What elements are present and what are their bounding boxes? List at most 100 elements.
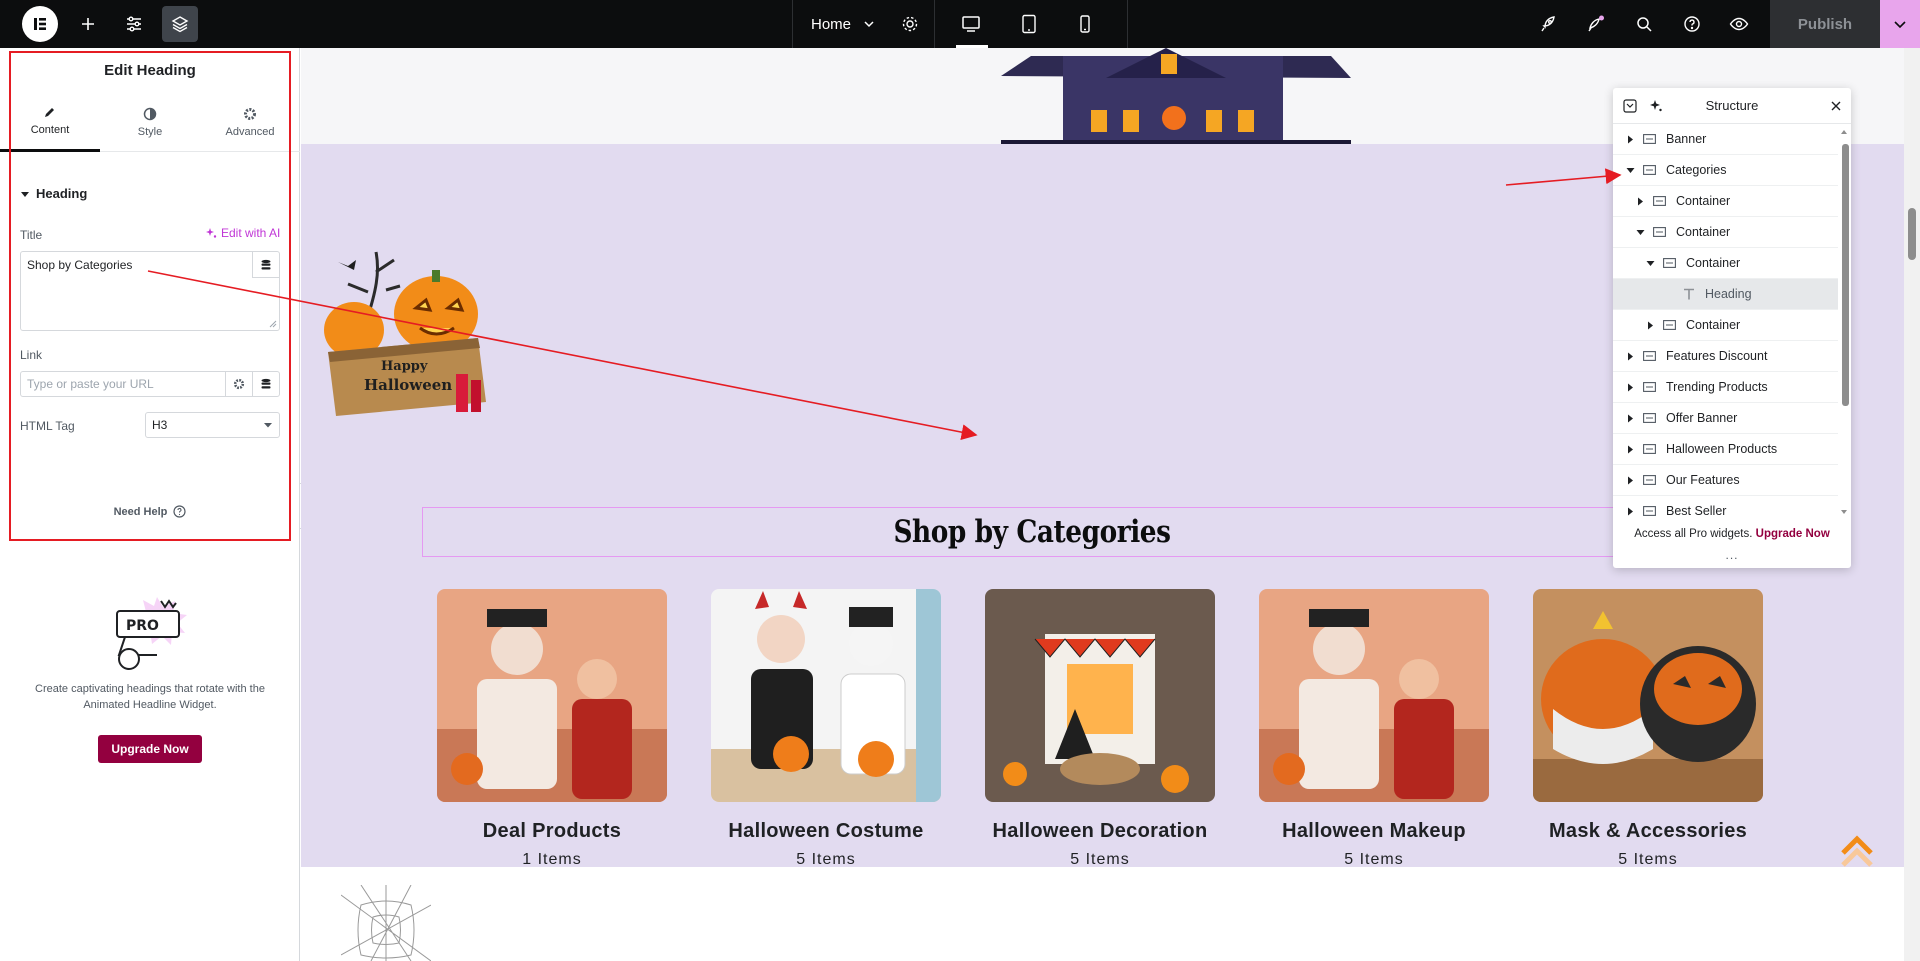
add-element-icon[interactable]: [70, 6, 106, 42]
structure-item[interactable]: Container: [1613, 186, 1838, 217]
caret-down-icon[interactable]: [1635, 228, 1645, 237]
caret-right-icon[interactable]: [1625, 507, 1635, 516]
sign-text-happy: Happy: [381, 359, 428, 374]
category-name[interactable]: Halloween Makeup: [1259, 820, 1489, 843]
page-selector[interactable]: Home: [792, 0, 935, 48]
upgrade-now-link[interactable]: Upgrade Now: [1756, 528, 1830, 540]
structure-item[interactable]: Trending Products: [1613, 372, 1838, 403]
mobile-device-icon[interactable]: [1057, 0, 1113, 48]
category-image[interactable]: [437, 589, 667, 802]
tablet-device-icon[interactable]: [1001, 0, 1057, 48]
tab-advanced[interactable]: Advanced: [200, 92, 300, 152]
caret-right-icon[interactable]: [1625, 352, 1635, 361]
structure-item-label: Container: [1686, 256, 1741, 270]
structure-item[interactable]: Container: [1613, 310, 1838, 341]
scroll-to-top-icon[interactable]: [1839, 831, 1875, 871]
resize-handle-icon[interactable]: [269, 320, 277, 328]
caret-right-icon[interactable]: [1625, 445, 1635, 454]
close-icon[interactable]: [1831, 101, 1841, 111]
structure-scrollbar-thumb[interactable]: [1842, 144, 1849, 406]
whats-new-icon[interactable]: [1578, 6, 1614, 42]
structure-item[interactable]: Banner: [1613, 124, 1838, 155]
caret-right-icon[interactable]: [1635, 197, 1645, 206]
structure-item[interactable]: Container: [1613, 248, 1838, 279]
site-settings-icon[interactable]: [116, 6, 152, 42]
publish-options-button[interactable]: [1880, 0, 1920, 48]
launchpad-rocket-icon[interactable]: [1530, 6, 1566, 42]
caret-right-icon[interactable]: [1625, 383, 1635, 392]
title-label: Title: [20, 228, 43, 242]
canvas-scrollbar[interactable]: [1904, 48, 1920, 961]
elementor-logo-icon[interactable]: [22, 6, 58, 42]
category-card[interactable]: Halloween Decoration 5 Items: [985, 589, 1215, 869]
tab-content[interactable]: Content: [0, 92, 100, 152]
category-card[interactable]: Halloween Makeup 5 Items: [1259, 589, 1489, 869]
category-image[interactable]: [985, 589, 1215, 802]
structure-item[interactable]: Categories: [1613, 155, 1838, 186]
search-icon[interactable]: [1626, 6, 1662, 42]
dynamic-tags-icon[interactable]: [252, 252, 279, 278]
structure-item[interactable]: Heading: [1613, 279, 1838, 310]
category-name[interactable]: Deal Products: [437, 820, 667, 843]
category-card[interactable]: Deal Products 1 Items: [437, 589, 667, 869]
container-icon: [1663, 320, 1676, 330]
structure-layers-icon[interactable]: [162, 6, 198, 42]
container-icon: [1643, 351, 1656, 361]
edit-ai-label: Edit with AI: [221, 226, 281, 240]
page-settings-gear-icon[interactable]: [901, 15, 919, 33]
heading-section-toggle[interactable]: Heading: [20, 186, 87, 201]
need-help-link[interactable]: Need Help: [0, 505, 300, 518]
scroll-up-arrow-icon[interactable]: [1840, 128, 1848, 136]
selected-heading-widget[interactable]: Shop by Categories: [422, 507, 1642, 557]
upgrade-now-button[interactable]: Upgrade Now: [98, 735, 202, 763]
category-name[interactable]: Halloween Costume: [711, 820, 941, 843]
html-tag-select[interactable]: H3: [145, 412, 280, 438]
scroll-down-arrow-icon[interactable]: [1840, 508, 1848, 516]
scrollbar-thumb[interactable]: [1908, 208, 1916, 260]
edit-with-ai-button[interactable]: Edit with AI: [205, 226, 280, 240]
tab-style[interactable]: Style: [100, 92, 200, 152]
category-image[interactable]: [1533, 589, 1763, 802]
desktop-device-icon[interactable]: [943, 0, 999, 48]
structure-item[interactable]: Container: [1613, 217, 1838, 248]
caret-down-icon[interactable]: [1625, 166, 1635, 175]
structure-item[interactable]: Our Features: [1613, 465, 1838, 496]
text-heading-icon: [1683, 288, 1695, 300]
caret-right-icon[interactable]: [1625, 476, 1635, 485]
structure-item[interactable]: Features Discount: [1613, 341, 1838, 372]
ai-sparkle-icon[interactable]: [1649, 99, 1663, 113]
category-image[interactable]: [711, 589, 941, 802]
html-tag-value: H3: [152, 418, 168, 432]
category-name[interactable]: Mask & Accessories: [1533, 820, 1763, 843]
structure-item[interactable]: Offer Banner: [1613, 403, 1838, 434]
link-options-gear-icon[interactable]: [225, 372, 252, 396]
title-textarea[interactable]: Shop by Categories: [20, 251, 280, 331]
category-name[interactable]: Halloween Decoration: [985, 820, 1215, 843]
chevron-down-icon: [1894, 21, 1906, 29]
ai-sparkle-icon: [206, 228, 217, 238]
shop-by-categories-heading[interactable]: Shop by Categories: [893, 514, 1171, 550]
category-image[interactable]: [1259, 589, 1489, 802]
need-help-label: Need Help: [113, 505, 168, 518]
resize-handle[interactable]: ...: [1613, 548, 1851, 562]
preview-eye-icon[interactable]: [1721, 6, 1757, 42]
caret-right-icon[interactable]: [1645, 321, 1655, 330]
category-card[interactable]: Mask & Accessories 5 Items: [1533, 589, 1763, 869]
container-icon: [1663, 258, 1676, 268]
caret-right-icon[interactable]: [1625, 414, 1635, 423]
html-tag-label: HTML Tag: [20, 419, 75, 433]
happy-halloween-pumpkins-image: Happy Halloween: [324, 251, 486, 416]
dynamic-tags-icon[interactable]: [252, 372, 279, 396]
editor-topbar: Home Publish: [0, 0, 1920, 48]
structure-item[interactable]: Best Seller: [1613, 496, 1838, 516]
caret-down-icon[interactable]: [1645, 259, 1655, 268]
publish-button[interactable]: Publish: [1770, 0, 1880, 48]
structure-title: Structure: [1705, 98, 1759, 113]
collapse-all-icon[interactable]: [1623, 99, 1637, 113]
category-card[interactable]: Halloween Costume 5 Items: [711, 589, 941, 869]
structure-item-label: Best Seller: [1666, 504, 1727, 516]
help-icon[interactable]: [1674, 6, 1710, 42]
caret-right-icon[interactable]: [1625, 135, 1635, 144]
structure-item[interactable]: Halloween Products: [1613, 434, 1838, 465]
link-url-input[interactable]: Type or paste your URL: [20, 371, 280, 397]
